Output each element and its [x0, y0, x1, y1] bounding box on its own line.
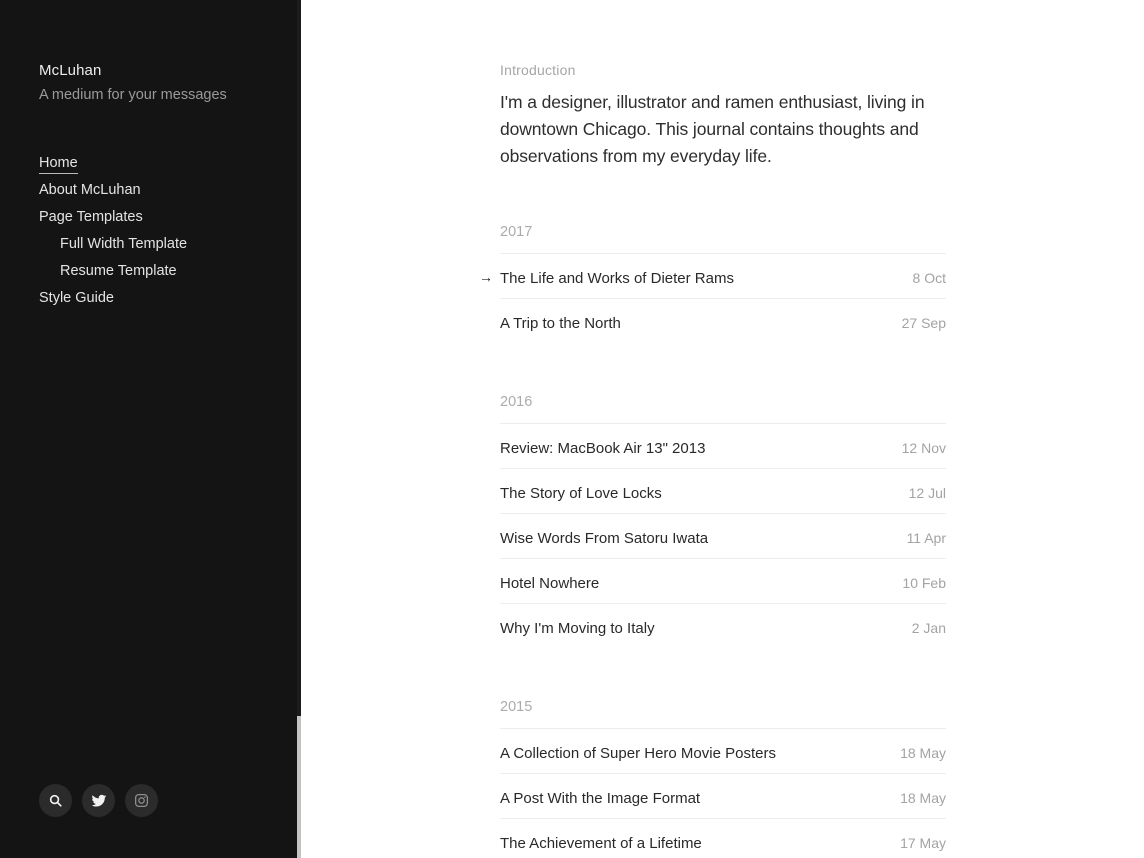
post-title: The Life and Works of Dieter Rams: [500, 270, 734, 288]
year-group: 2016→Review: MacBook Air 13" 201312 Nov→…: [500, 393, 946, 648]
post-archive: 2017→The Life and Works of Dieter Rams8 …: [500, 223, 946, 858]
post-date: 27 Sep: [902, 314, 946, 332]
post-date: 11 Apr: [907, 529, 946, 547]
post-date: 10 Feb: [902, 574, 946, 592]
introduction-body: I'm a designer, illustrator and ramen en…: [500, 89, 946, 170]
post-date: 18 May: [900, 744, 946, 762]
post-date: 18 May: [900, 789, 946, 807]
post-row[interactable]: →A Collection of Super Hero Movie Poster…: [500, 728, 946, 773]
sidebar-item-label: About McLuhan: [39, 182, 141, 198]
post-title: A Collection of Super Hero Movie Posters: [500, 745, 776, 763]
post-date: 12 Nov: [902, 439, 946, 457]
post-title: The Story of Love Locks: [500, 485, 662, 503]
year-group: 2015→A Collection of Super Hero Movie Po…: [500, 698, 946, 858]
site-title: McLuhan: [39, 60, 279, 82]
sidebar-item-resume-template[interactable]: Resume Template: [39, 258, 289, 285]
search-button[interactable]: [39, 784, 72, 817]
post-title: Hotel Nowhere: [500, 575, 599, 593]
twitter-button[interactable]: [82, 784, 115, 817]
sidebar-item-label: Home: [39, 155, 78, 174]
sidebar-item-label: Page Templates: [39, 209, 143, 225]
post-date: 17 May: [900, 834, 946, 852]
post-title: Review: MacBook Air 13" 2013: [500, 440, 705, 458]
sidebar-item-home[interactable]: Home: [39, 150, 289, 177]
year-heading: 2016: [500, 393, 946, 423]
sidebar-item-style-guide[interactable]: Style Guide: [39, 285, 289, 312]
post-title: The Achievement of a Lifetime: [500, 835, 702, 853]
post-row[interactable]: →The Story of Love Locks12 Jul: [500, 468, 946, 513]
twitter-icon: [91, 793, 107, 809]
year-group: 2017→The Life and Works of Dieter Rams8 …: [500, 223, 946, 343]
brand: McLuhan A medium for your messages: [39, 60, 279, 106]
post-row[interactable]: →A Trip to the North27 Sep: [500, 298, 946, 343]
sidebar-nav: Home About McLuhan Page Templates Full Widt…: [39, 150, 289, 312]
site-tagline: A medium for your messages: [39, 84, 279, 106]
introduction-section: Introduction I'm a designer, illustrator…: [500, 0, 946, 170]
sidebar-item-full-width-template[interactable]: Full Width Template: [39, 231, 289, 258]
social-links: [39, 784, 158, 817]
page-root: McLuhan A medium for your messages Home A…: [0, 0, 1144, 858]
search-icon: [48, 793, 63, 808]
post-row[interactable]: →Wise Words From Satoru Iwata11 Apr: [500, 513, 946, 558]
instagram-button[interactable]: [125, 784, 158, 817]
main-content: Introduction I'm a designer, illustrator…: [301, 0, 1144, 858]
post-row[interactable]: →A Post With the Image Format18 May: [500, 773, 946, 818]
year-heading: 2017: [500, 223, 946, 253]
arrow-right-icon: →: [479, 268, 493, 286]
post-title: A Post With the Image Format: [500, 790, 700, 808]
sidebar-item-label: Style Guide: [39, 290, 114, 306]
post-date: 12 Jul: [909, 484, 946, 502]
sidebar-item-label: Resume Template: [60, 263, 177, 279]
year-heading: 2015: [500, 698, 946, 728]
post-row[interactable]: →Why I'm Moving to Italy2 Jan: [500, 603, 946, 648]
post-row[interactable]: →The Life and Works of Dieter Rams8 Oct: [500, 253, 946, 298]
sidebar-inner: McLuhan A medium for your messages Home A…: [39, 0, 279, 858]
post-title: Wise Words From Satoru Iwata: [500, 530, 708, 548]
sidebar-item-about-mcluhan[interactable]: About McLuhan: [39, 177, 289, 204]
instagram-icon: [134, 793, 149, 808]
post-row[interactable]: →Hotel Nowhere10 Feb: [500, 558, 946, 603]
sidebar-item-label: Full Width Template: [60, 236, 187, 252]
post-title: Why I'm Moving to Italy: [500, 620, 655, 638]
post-date: 8 Oct: [913, 269, 946, 287]
post-title: A Trip to the North: [500, 315, 621, 333]
post-row[interactable]: →Review: MacBook Air 13" 201312 Nov: [500, 423, 946, 468]
post-date: 2 Jan: [912, 619, 946, 637]
sidebar: McLuhan A medium for your messages Home A…: [0, 0, 301, 858]
post-row[interactable]: →The Achievement of a Lifetime17 May: [500, 818, 946, 858]
sidebar-item-page-templates[interactable]: Page Templates: [39, 204, 289, 231]
content-column: Introduction I'm a designer, illustrator…: [500, 0, 946, 858]
introduction-label: Introduction: [500, 61, 946, 79]
